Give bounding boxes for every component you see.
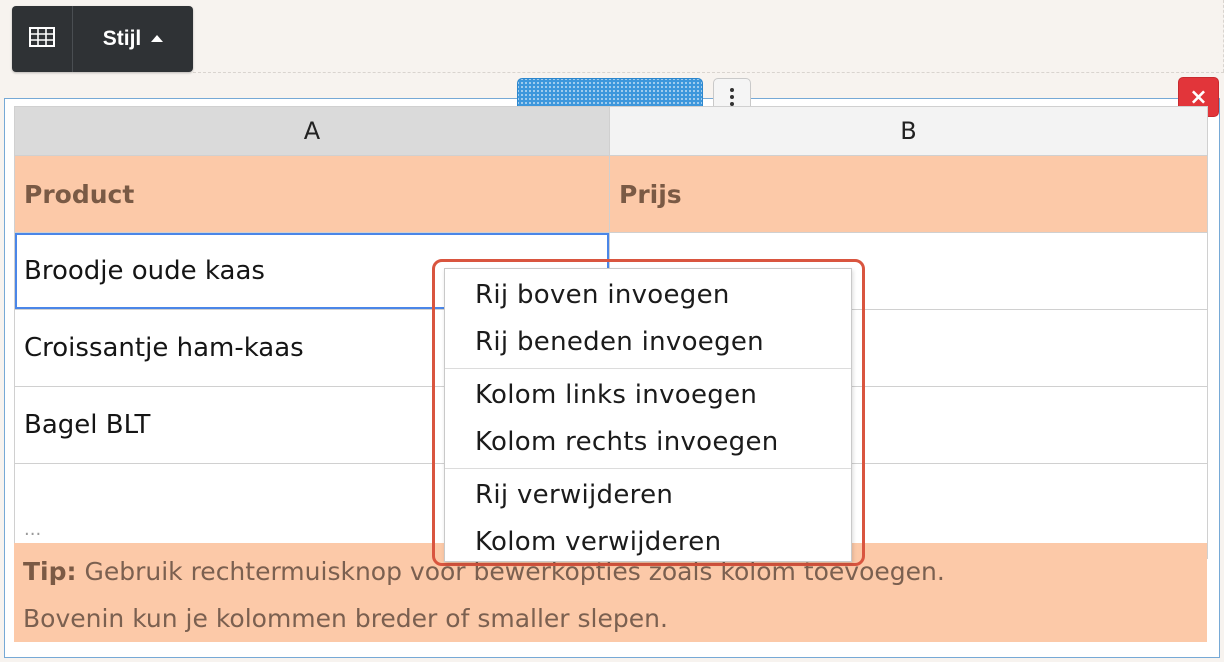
style-label: Stijl: [102, 27, 142, 50]
caret-up-icon: [151, 34, 164, 42]
vertical-dots-icon: [730, 88, 734, 92]
editor-guide-line: [193, 72, 1224, 73]
menu-item-insert-column-left[interactable]: Kolom links invoegen: [445, 372, 851, 419]
table-settings-button[interactable]: [12, 6, 73, 72]
menu-item-delete-row[interactable]: Rij verwijderen: [445, 472, 851, 519]
style-dropdown-button[interactable]: Stijl: [73, 6, 193, 72]
column-header-a[interactable]: A: [14, 106, 610, 156]
context-menu-group-columns: Kolom links invoegen Kolom rechts invoeg…: [445, 369, 851, 469]
table-toolbar: Stijl: [12, 6, 193, 72]
context-menu: Rij boven invoegen Rij beneden invoegen …: [444, 268, 852, 562]
tip-text-line2: Bovenin kun je kolommen breder of smalle…: [23, 604, 668, 633]
context-menu-group-delete: Rij verwijderen Kolom verwijderen: [445, 469, 851, 568]
cell-header-prijs[interactable]: Prijs: [609, 155, 1208, 233]
cell-header-product[interactable]: Product: [14, 155, 610, 233]
table-grid-icon: [29, 27, 55, 51]
tip-label: Tip:: [23, 557, 77, 586]
menu-item-delete-column[interactable]: Kolom verwijderen: [445, 519, 851, 566]
menu-item-insert-column-right[interactable]: Kolom rechts invoegen: [445, 419, 851, 466]
menu-item-insert-row-above[interactable]: Rij boven invoegen: [445, 272, 851, 319]
context-menu-group-rows: Rij boven invoegen Rij beneden invoegen: [445, 269, 851, 369]
menu-item-insert-row-below[interactable]: Rij beneden invoegen: [445, 319, 851, 366]
column-header-b[interactable]: B: [609, 106, 1208, 156]
